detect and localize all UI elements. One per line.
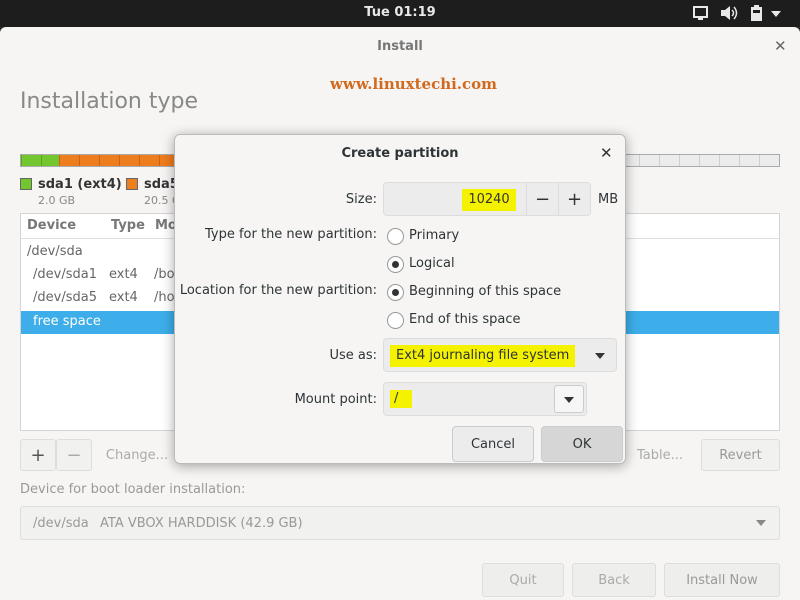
boot-loader-label: Device for boot loader installation: (20, 482, 246, 497)
use-as-select[interactable]: Ext4 journaling file system (383, 338, 617, 372)
table-cell-mount: /bo (154, 267, 175, 282)
dialog-close-icon[interactable]: ✕ (600, 144, 613, 162)
back-button[interactable]: Back (572, 563, 656, 597)
page-title: Installation type (20, 89, 198, 114)
size-label: Size: (345, 192, 377, 207)
chevron-down-icon (595, 353, 605, 359)
table-cell-type: ext4 (109, 290, 138, 305)
boot-device: /dev/sda (33, 516, 89, 531)
top-bar: Tue 01:19 (0, 0, 800, 27)
radio-primary-label[interactable]: Primary (409, 228, 459, 243)
change-partition-button[interactable]: Change... (92, 439, 182, 471)
size-input[interactable]: 10240 (462, 189, 516, 211)
column-header-type[interactable]: Type (111, 218, 145, 233)
quit-button[interactable]: Quit (482, 563, 564, 597)
radio-end-label[interactable]: End of this space (409, 312, 521, 327)
mount-point-dropdown-button[interactable] (554, 385, 584, 413)
legend-swatch-sda1 (20, 178, 32, 190)
legend-swatch-sda5 (126, 178, 138, 190)
size-increment-button[interactable]: + (558, 183, 590, 215)
clock[interactable]: Tue 01:19 (0, 5, 800, 20)
mount-point-label: Mount point: (294, 392, 377, 407)
legend-name-sda1: sda1 (ext4) (38, 177, 122, 192)
menu-arrow-icon[interactable] (769, 5, 783, 21)
table-row[interactable]: /dev/sda1 (33, 267, 97, 282)
revert-button[interactable]: Revert (701, 439, 780, 471)
display-icon[interactable] (693, 5, 708, 21)
create-partition-dialog: Create partition ✕ Size: 10240 − + MB Ty… (174, 134, 626, 464)
radio-beginning[interactable] (387, 284, 404, 301)
size-unit: MB (598, 192, 619, 207)
partition-segment-sda1 (21, 155, 59, 166)
remove-partition-button[interactable]: − (56, 439, 92, 471)
ok-button[interactable]: OK (541, 426, 623, 462)
mount-point-combo[interactable]: / (383, 382, 587, 416)
use-as-value: Ext4 journaling file system (390, 345, 576, 367)
size-decrement-button[interactable]: − (526, 183, 558, 215)
chevron-down-icon (756, 520, 766, 526)
legend-size-sda1: 2.0 GB (38, 194, 76, 207)
add-partition-button[interactable]: + (20, 439, 56, 471)
radio-logical[interactable] (387, 256, 404, 273)
use-as-label: Use as: (329, 348, 377, 363)
window-title: Install (377, 39, 423, 54)
volume-icon[interactable] (720, 5, 738, 21)
column-header-device[interactable]: Device (27, 218, 76, 233)
dialog-title: Create partition (341, 146, 459, 161)
partition-type-label: Type for the new partition: (204, 227, 377, 242)
battery-icon[interactable] (750, 5, 763, 21)
window-close-icon[interactable]: ✕ (774, 37, 787, 55)
mount-point-input[interactable]: / (390, 390, 412, 408)
table-row[interactable]: /dev/sda5 (33, 290, 97, 305)
table-cell-mount: /ho (154, 290, 175, 305)
boot-disk-name: ATA VBOX HARDDISK (42.9 GB) (100, 516, 303, 531)
table-row[interactable]: /dev/sda (27, 244, 83, 259)
size-spinbox[interactable]: 10240 − + (383, 182, 591, 216)
radio-end[interactable] (387, 312, 404, 329)
install-now-button[interactable]: Install Now (664, 563, 780, 597)
radio-primary[interactable] (387, 228, 404, 245)
boot-loader-select[interactable]: /dev/sda ATA VBOX HARDDISK (42.9 GB) (20, 506, 780, 540)
cancel-button[interactable]: Cancel (452, 426, 534, 462)
partition-location-label: Location for the new partition: (179, 283, 377, 298)
watermark: www.linuxtechi.com (330, 75, 498, 93)
radio-logical-label[interactable]: Logical (409, 256, 455, 271)
table-cell-type: ext4 (109, 267, 138, 282)
radio-beginning-label[interactable]: Beginning of this space (409, 284, 561, 299)
chevron-down-icon (564, 397, 574, 403)
table-cell-device: free space (33, 314, 101, 329)
